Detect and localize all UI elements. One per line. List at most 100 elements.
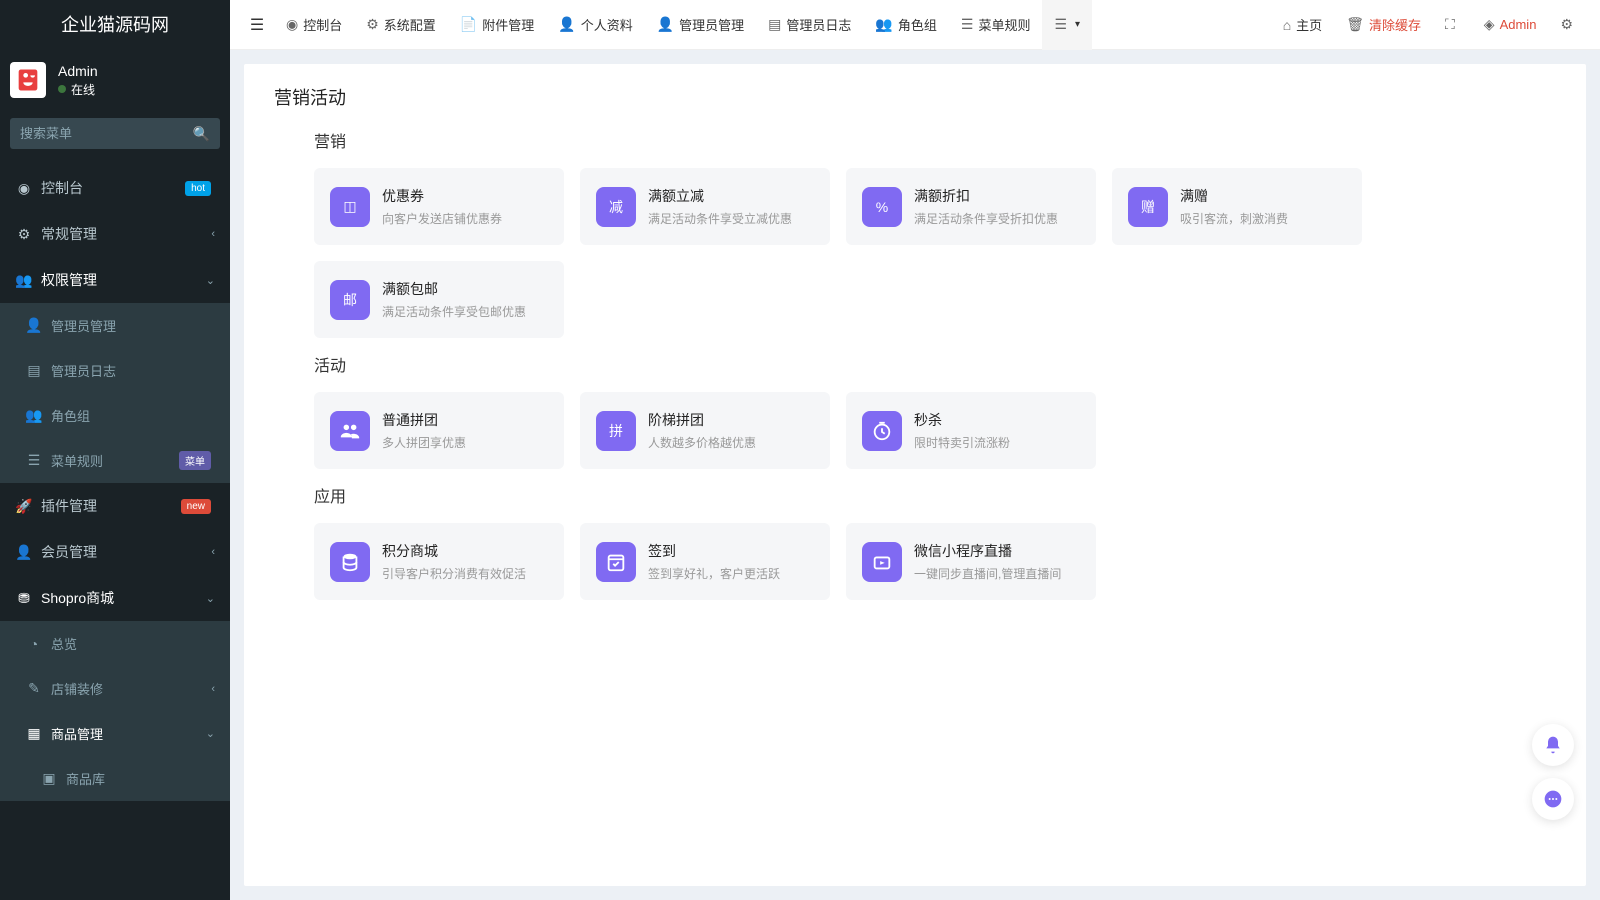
- section-title: 营销: [314, 128, 1556, 152]
- sidebar-item-管理员管理[interactable]: 👤管理员管理: [0, 303, 230, 348]
- card-icon: 邮: [330, 280, 370, 320]
- chevron-left-icon: ‹: [211, 683, 215, 695]
- cog-icon: ⚙: [366, 16, 379, 33]
- card-icon: 减: [596, 187, 636, 227]
- card-title: 普通拼团: [382, 410, 548, 430]
- search-icon[interactable]: 🔍: [193, 125, 210, 142]
- card-普通拼团[interactable]: 普通拼团多人拼团享优惠: [314, 392, 564, 469]
- magic-icon: ✎: [25, 680, 43, 697]
- card-title: 阶梯拼团: [648, 410, 814, 430]
- bars-icon: ☰: [25, 452, 43, 469]
- brand-logo[interactable]: 企业猫源码网: [0, 0, 230, 50]
- top-nav-right: ⌂主页 🗑 清除缓存 ⛶ ◈ Admin ⚙: [1271, 0, 1590, 50]
- card-title: 满额立减: [648, 186, 814, 206]
- page-title: 营销活动: [274, 84, 1556, 110]
- topnav-个人资料[interactable]: 👤个人资料: [546, 0, 644, 50]
- sidebar-item-控制台[interactable]: ◉控制台hot: [0, 165, 230, 211]
- topright-主页[interactable]: ⌂主页: [1271, 0, 1334, 50]
- badge: 菜单: [179, 451, 211, 470]
- nav-label: 菜单规则: [978, 15, 1030, 34]
- topnav-系统配置[interactable]: ⚙ 系统配置: [354, 0, 448, 50]
- sidebar-item-权限管理[interactable]: 👥权限管理⌄: [0, 257, 230, 303]
- search-input[interactable]: [10, 118, 220, 149]
- card-desc: 向客户发送店铺优惠券: [382, 210, 548, 227]
- card-desc: 限时特卖引流涨粉: [914, 434, 1080, 451]
- sidebar-item-Shopro商城[interactable]: ⛃Shopro商城⌄: [0, 575, 230, 621]
- sidebar-toggle[interactable]: ☰: [240, 15, 274, 35]
- card-grid: 普通拼团多人拼团享优惠拼阶梯拼团人数越多价格越优惠秒杀限时特卖引流涨粉: [274, 392, 1556, 469]
- sidebar-item-常规管理[interactable]: ⚙常规管理‹: [0, 211, 230, 257]
- card-满额立减[interactable]: 减满额立减满足活动条件享受立减优惠: [580, 168, 830, 245]
- sidebar-item-角色组[interactable]: 👥角色组: [0, 393, 230, 438]
- chat-button[interactable]: [1532, 778, 1574, 820]
- expand-icon: ⛶: [1445, 16, 1455, 33]
- card-icon: [330, 411, 370, 451]
- card-title: 微信小程序直播: [914, 541, 1080, 561]
- sidebar-item-商品管理[interactable]: ▦商品管理⌄: [0, 711, 230, 756]
- topnav-菜单规则[interactable]: ☰菜单规则: [949, 0, 1043, 50]
- card-icon: [330, 542, 370, 582]
- user-icon: 👤: [657, 16, 674, 33]
- sidebar-item-商品库[interactable]: ▣商品库: [0, 756, 230, 801]
- nav-label: Admin: [1500, 17, 1537, 32]
- topnav-角色组[interactable]: 👥角色组: [863, 0, 948, 50]
- nav-label: 清除缓存: [1369, 15, 1421, 34]
- nav-label: 管理员日志: [786, 15, 851, 34]
- card-秒杀[interactable]: 秒杀限时特卖引流涨粉: [846, 392, 1096, 469]
- avatar-icon: ◈: [1484, 16, 1495, 33]
- card-title: 满赠: [1180, 186, 1346, 206]
- list-alt-icon: ▤: [25, 362, 43, 379]
- card-title: 满额包邮: [382, 279, 548, 299]
- menu-label: 插件管理: [41, 496, 181, 516]
- sidebar-item-插件管理[interactable]: 🚀插件管理new: [0, 483, 230, 529]
- topright-expand[interactable]: ⛶: [1433, 0, 1472, 50]
- card-满赠[interactable]: 赠满赠吸引客流，刺激消费: [1112, 168, 1362, 245]
- settings-icon: ⚙: [1560, 16, 1573, 33]
- card-阶梯拼团[interactable]: 拼阶梯拼团人数越多价格越优惠: [580, 392, 830, 469]
- card-签到[interactable]: 签到签到享好礼，客户更活跃: [580, 523, 830, 600]
- sidebar-item-总览[interactable]: ◔总览: [0, 621, 230, 666]
- user-icon: 👤: [558, 16, 575, 33]
- topnav-管理员管理[interactable]: 👤管理员管理: [645, 0, 756, 50]
- user-icon: 👤: [25, 317, 43, 334]
- user-o-icon: 👤: [15, 544, 33, 561]
- sidebar-item-管理员日志[interactable]: ▤ 管理员日志: [0, 348, 230, 393]
- menu-label: 管理员日志: [51, 361, 215, 380]
- nav-label: 角色组: [898, 15, 937, 34]
- nav-label: 主页: [1296, 15, 1322, 34]
- topright-Admin[interactable]: ◈ Admin: [1472, 0, 1549, 50]
- topnav-bars[interactable]: ☰▾: [1042, 0, 1092, 50]
- trash-icon: 🗑: [1346, 16, 1364, 33]
- card-积分商城[interactable]: 积分商城引导客户积分消费有效促活: [314, 523, 564, 600]
- card-desc: 引导客户积分消费有效促活: [382, 565, 548, 582]
- sidebar-item-菜单规则[interactable]: ☰ 菜单规则菜单: [0, 438, 230, 483]
- nav-label: 附件管理: [482, 15, 534, 34]
- nav-label: 系统配置: [384, 15, 436, 34]
- card-满额包邮[interactable]: 邮满额包邮满足活动条件享受包邮优惠: [314, 261, 564, 338]
- menu-label: 控制台: [41, 178, 185, 198]
- menu-label: 菜单规则: [51, 451, 179, 470]
- group-icon: 👥: [15, 272, 33, 289]
- file-icon: 📄: [460, 16, 477, 33]
- badge: hot: [185, 181, 211, 196]
- topnav-控制台[interactable]: ◉控制台: [274, 0, 354, 50]
- user-panel[interactable]: Admin 在线: [0, 50, 230, 110]
- card-desc: 人数越多价格越优惠: [648, 434, 814, 451]
- card-满额折扣[interactable]: %满额折扣满足活动条件享受折扣优惠: [846, 168, 1096, 245]
- avatar: [10, 62, 46, 98]
- topright-清除缓存[interactable]: 🗑 清除缓存: [1334, 0, 1433, 50]
- topright-settings[interactable]: ⚙: [1548, 0, 1590, 50]
- content: 营销活动 营销 ◫优惠券向客户发送店铺优惠券减满额立减满足活动条件享受立减优惠%满…: [230, 50, 1600, 900]
- card-title: 签到: [648, 541, 814, 561]
- card-微信小程序直播[interactable]: 微信小程序直播一键同步直播间,管理直播间: [846, 523, 1096, 600]
- card-grid: ◫优惠券向客户发送店铺优惠券减满额立减满足活动条件享受立减优惠%满额折扣满足活动…: [274, 168, 1556, 338]
- sidebar-item-会员管理[interactable]: 👤会员管理‹: [0, 529, 230, 575]
- topnav-管理员日志[interactable]: ▤管理员日志: [756, 0, 863, 50]
- topnav-附件管理[interactable]: 📄 附件管理: [448, 0, 546, 50]
- card-desc: 一键同步直播间,管理直播间: [914, 565, 1080, 582]
- sidebar-item-店铺装修[interactable]: ✎店铺装修‹: [0, 666, 230, 711]
- notification-button[interactable]: [1532, 724, 1574, 766]
- caret-down-icon: ▾: [1075, 19, 1080, 30]
- card-desc: 签到享好礼，客户更活跃: [648, 565, 814, 582]
- card-优惠券[interactable]: ◫优惠券向客户发送店铺优惠券: [314, 168, 564, 245]
